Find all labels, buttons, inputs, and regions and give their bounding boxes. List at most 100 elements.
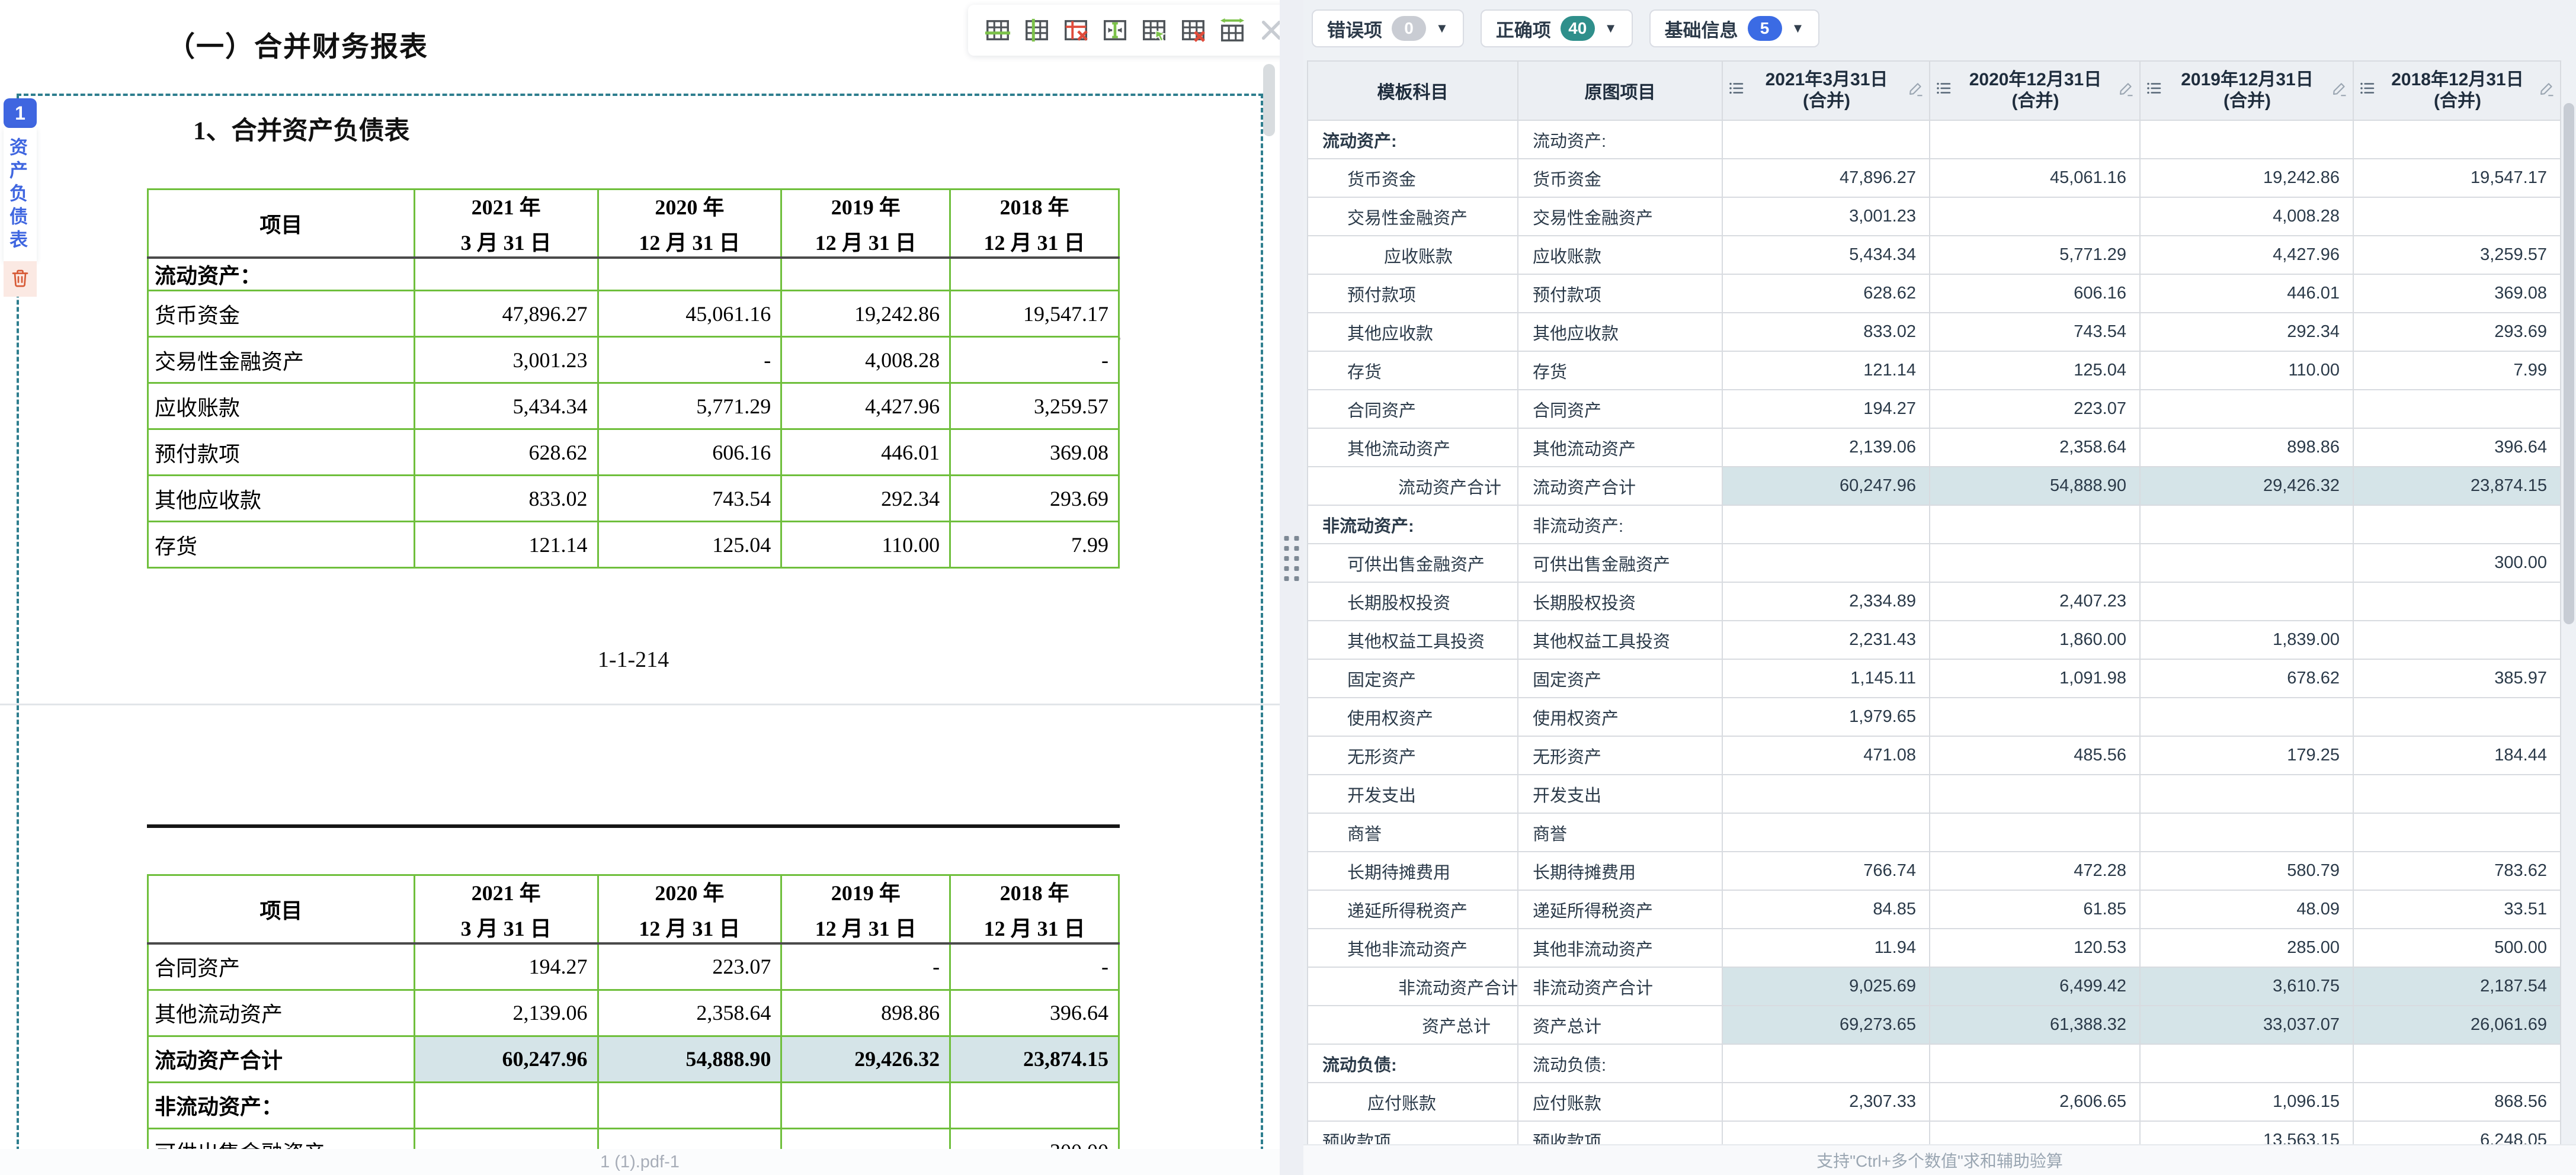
column-width-icon[interactable] <box>1101 16 1129 44</box>
delete-cell-icon[interactable] <box>1062 16 1090 44</box>
value-cell[interactable]: 369.08 <box>2353 274 2561 313</box>
value-cell[interactable]: 485.56 <box>1930 736 2140 775</box>
source-item-cell[interactable]: 非流动资产: <box>1518 505 1722 544</box>
left-scrollbar-thumb[interactable] <box>1263 64 1275 136</box>
source-item-cell[interactable]: 资产总计 <box>1518 1006 1722 1044</box>
value-cell[interactable] <box>2353 621 2561 659</box>
right-scrollbar[interactable] <box>2561 60 2576 1144</box>
value-cell[interactable] <box>2353 120 2561 159</box>
value-cell[interactable] <box>1722 775 1930 813</box>
value-cell[interactable] <box>1722 505 1930 544</box>
source-item-cell[interactable]: 流动资产合计 <box>1518 467 1722 505</box>
value-cell[interactable]: 783.62 <box>2353 852 2561 890</box>
template-subject-cell[interactable]: 可供出售金融资产 <box>1308 544 1518 582</box>
source-item-cell[interactable]: 存货 <box>1518 351 1722 390</box>
value-cell[interactable] <box>1930 120 2140 159</box>
value-cell[interactable]: 500.00 <box>2353 929 2561 967</box>
value-cell[interactable]: 471.08 <box>1722 736 1930 775</box>
value-cell[interactable]: 743.54 <box>1930 313 2140 351</box>
value-cell[interactable] <box>1930 505 2140 544</box>
value-cell[interactable] <box>1930 813 2140 852</box>
source-item-cell[interactable]: 无形资产 <box>1518 736 1722 775</box>
template-subject-cell[interactable]: 递延所得税资产 <box>1308 890 1518 929</box>
value-cell[interactable]: 2,606.65 <box>1930 1083 2140 1121</box>
value-cell[interactable]: 179.25 <box>2140 736 2353 775</box>
source-item-cell[interactable]: 可供出售金融资产 <box>1518 544 1722 582</box>
value-cell[interactable]: 3,610.75 <box>2140 967 2353 1006</box>
value-cell[interactable]: 2,187.54 <box>2353 967 2561 1006</box>
template-subject-cell[interactable]: 交易性金融资产 <box>1308 197 1518 236</box>
value-cell[interactable]: 6,499.42 <box>1930 967 2140 1006</box>
pane-divider[interactable] <box>1280 0 1303 1175</box>
value-cell[interactable]: 60,247.96 <box>1722 467 1930 505</box>
source-item-cell[interactable]: 流动资产: <box>1518 120 1722 159</box>
source-item-cell[interactable]: 其他非流动资产 <box>1518 929 1722 967</box>
template-subject-cell[interactable]: 应收账款 <box>1308 236 1518 274</box>
value-cell[interactable] <box>2353 813 2561 852</box>
value-cell[interactable]: 1,979.65 <box>1722 698 1930 736</box>
value-cell[interactable]: 4,008.28 <box>2140 197 2353 236</box>
value-cell[interactable]: 766.74 <box>1722 852 1930 890</box>
value-cell[interactable] <box>2140 1044 2353 1083</box>
value-cell[interactable]: 898.86 <box>2140 428 2353 467</box>
value-cell[interactable]: 3,259.57 <box>2353 236 2561 274</box>
template-subject-cell[interactable]: 应付账款 <box>1308 1083 1518 1121</box>
source-item-cell[interactable]: 其他流动资产 <box>1518 428 1722 467</box>
list-icon[interactable] <box>1728 79 1745 102</box>
value-cell[interactable]: 19,242.86 <box>2140 159 2353 197</box>
template-subject-cell[interactable]: 开发支出 <box>1308 775 1518 813</box>
value-cell[interactable] <box>2140 505 2353 544</box>
value-cell[interactable]: 292.34 <box>2140 313 2353 351</box>
source-item-cell[interactable]: 应收账款 <box>1518 236 1722 274</box>
edit-pencil-icon[interactable] <box>2331 80 2348 101</box>
value-cell[interactable]: 2,307.33 <box>1722 1083 1930 1121</box>
template-subject-cell[interactable]: 流动负债: <box>1308 1044 1518 1083</box>
edit-pencil-icon[interactable] <box>2118 80 2135 101</box>
template-subject-cell[interactable]: 长期待摊费用 <box>1308 852 1518 890</box>
value-cell[interactable]: 628.62 <box>1722 274 1930 313</box>
value-cell[interactable]: 833.02 <box>1722 313 1930 351</box>
value-cell[interactable]: 54,888.90 <box>1930 467 2140 505</box>
value-cell[interactable]: 26,061.69 <box>2353 1006 2561 1044</box>
value-cell[interactable]: 2,358.64 <box>1930 428 2140 467</box>
value-cell[interactable]: 33,037.07 <box>2140 1006 2353 1044</box>
value-cell[interactable] <box>2140 390 2353 428</box>
list-icon[interactable] <box>2359 79 2376 102</box>
value-cell[interactable]: 5,771.29 <box>1930 236 2140 274</box>
value-cell[interactable] <box>1930 698 2140 736</box>
source-item-cell[interactable]: 长期股权投资 <box>1518 582 1722 621</box>
template-subject-cell[interactable]: 商誉 <box>1308 813 1518 852</box>
value-cell[interactable]: 11.94 <box>1722 929 1930 967</box>
insert-column-icon[interactable] <box>1023 16 1051 44</box>
drag-handle-icon[interactable] <box>1284 536 1299 581</box>
value-cell[interactable]: 606.16 <box>1930 274 2140 313</box>
template-subject-cell[interactable]: 其他流动资产 <box>1308 428 1518 467</box>
value-cell[interactable]: 2,407.23 <box>1930 582 2140 621</box>
cancel-icon[interactable] <box>1257 16 1280 44</box>
value-cell[interactable]: 1,091.98 <box>1930 659 2140 698</box>
value-cell[interactable]: 7.99 <box>2353 351 2561 390</box>
value-cell[interactable]: 223.07 <box>1930 390 2140 428</box>
value-cell[interactable]: 868.56 <box>2353 1083 2561 1121</box>
value-cell[interactable] <box>2353 775 2561 813</box>
edit-pencil-icon[interactable] <box>2539 80 2555 101</box>
right-scrollbar-thumb[interactable] <box>2564 103 2574 624</box>
template-subject-cell[interactable]: 合同资产 <box>1308 390 1518 428</box>
source-item-cell[interactable]: 其他应收款 <box>1518 313 1722 351</box>
value-cell[interactable]: 110.00 <box>2140 351 2353 390</box>
value-cell[interactable] <box>2140 698 2353 736</box>
delete-table-icon[interactable] <box>1179 16 1207 44</box>
value-cell[interactable] <box>1930 197 2140 236</box>
select-cell-icon[interactable] <box>1140 16 1168 44</box>
source-item-cell[interactable]: 长期待摊费用 <box>1518 852 1722 890</box>
list-icon[interactable] <box>2145 79 2163 102</box>
source-item-cell[interactable]: 其他权益工具投资 <box>1518 621 1722 659</box>
value-cell[interactable]: 48.09 <box>2140 890 2353 929</box>
edit-pencil-icon[interactable] <box>1908 80 1924 101</box>
source-item-cell[interactable]: 固定资产 <box>1518 659 1722 698</box>
template-subject-cell[interactable]: 资产总计 <box>1308 1006 1518 1044</box>
value-cell[interactable]: 29,426.32 <box>2140 467 2353 505</box>
source-item-cell[interactable]: 使用权资产 <box>1518 698 1722 736</box>
template-subject-cell[interactable]: 无形资产 <box>1308 736 1518 775</box>
value-cell[interactable] <box>2140 544 2353 582</box>
